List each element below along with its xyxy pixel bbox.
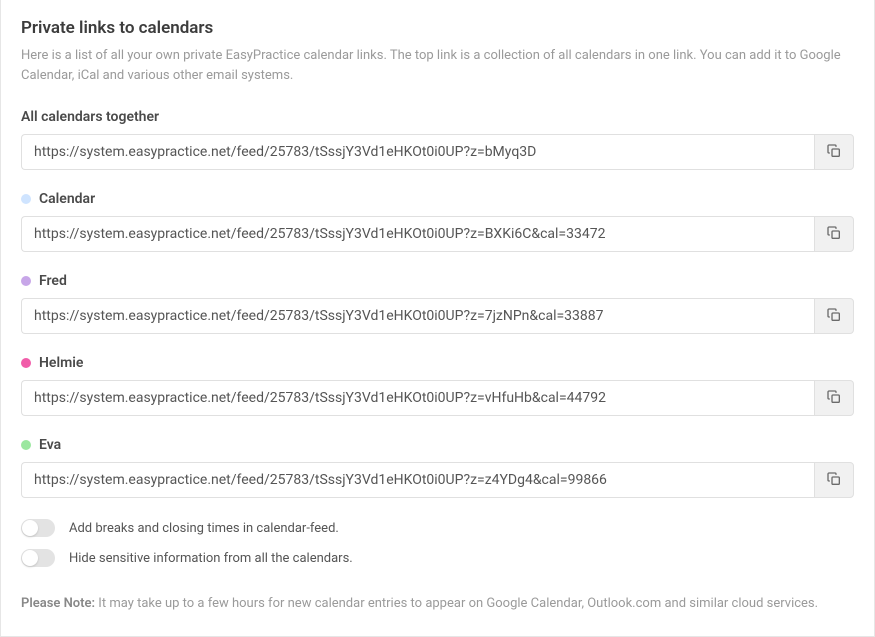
calendar-block: All calendars together [21,109,854,170]
calendar-block: Calendar [21,191,854,252]
calendar-url-input[interactable] [21,134,814,170]
toggle-knob [22,520,38,536]
copy-icon [826,307,842,326]
copy-icon [826,471,842,490]
please-note: Please Note: It may take up to a few hou… [21,594,854,614]
page-title: Private links to calendars [21,18,854,38]
calendar-url-input[interactable] [21,298,814,334]
calendar-block: Fred [21,273,854,334]
note-text: It may take up to a few hours for new ca… [95,596,818,611]
calendar-color-dot [21,194,31,204]
calendar-url-input[interactable] [21,216,814,252]
calendar-color-dot [21,358,31,368]
page-description: Here is a list of all your own private E… [21,46,854,85]
calendar-label-row: Fred [21,273,854,289]
calendar-label-row: Eva [21,437,854,453]
private-links-panel: Private links to calendars Here is a lis… [0,0,875,637]
copy-button[interactable] [814,134,854,170]
note-label: Please Note: [21,596,95,611]
toggle-switch[interactable] [21,519,55,537]
calendar-url-input[interactable] [21,462,814,498]
calendar-url-row [21,462,854,498]
toggle-row: Hide sensitive information from all the … [21,549,854,567]
copy-icon [826,143,842,162]
calendar-label-row: Calendar [21,191,854,207]
calendar-color-dot [21,440,31,450]
copy-button[interactable] [814,380,854,416]
calendar-url-row [21,216,854,252]
toggle-label: Add breaks and closing times in calendar… [69,521,339,536]
toggle-row: Add breaks and closing times in calendar… [21,519,854,537]
copy-button[interactable] [814,298,854,334]
calendar-url-row [21,380,854,416]
calendar-label: Eva [39,437,61,453]
calendar-url-row [21,298,854,334]
calendar-label: All calendars together [21,109,159,125]
copy-button[interactable] [814,462,854,498]
calendar-label: Calendar [39,191,95,207]
copy-icon [826,389,842,408]
calendar-url-input[interactable] [21,380,814,416]
calendar-block: Eva [21,437,854,498]
copy-button[interactable] [814,216,854,252]
calendar-label: Helmie [39,355,83,371]
calendar-color-dot [21,276,31,286]
calendar-label: Fred [39,273,67,289]
toggle-label: Hide sensitive information from all the … [69,551,353,566]
calendar-url-row [21,134,854,170]
toggle-switch[interactable] [21,549,55,567]
calendar-label-row: All calendars together [21,109,854,125]
calendar-block: Helmie [21,355,854,416]
calendar-label-row: Helmie [21,355,854,371]
copy-icon [826,225,842,244]
toggle-knob [22,550,38,566]
